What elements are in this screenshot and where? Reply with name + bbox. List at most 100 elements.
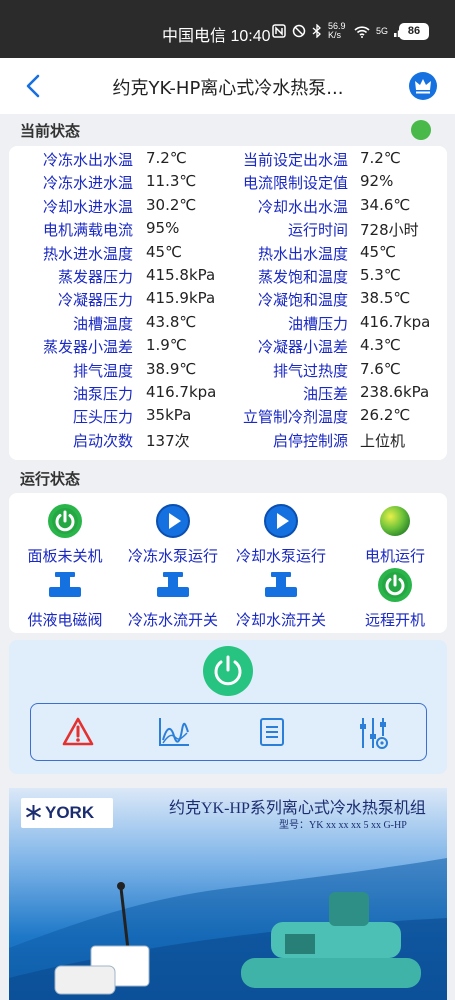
valve-icon	[265, 572, 297, 597]
param-label: 冷凝器小温差	[257, 338, 348, 357]
param-row: 冷凝器压力 415.9kPa 冷凝饱和温度 38.5℃	[9, 289, 447, 312]
param-row: 蒸发器压力 415.8kPa 蒸发饱和温度 5.3℃	[9, 266, 447, 289]
york-logo: YORK	[21, 798, 113, 828]
param-value: 26.2℃	[360, 406, 411, 425]
motor-icon	[380, 506, 410, 536]
param-label: 压头压力	[72, 408, 133, 427]
run-chilled-pump: 冷冻水泵运行	[117, 503, 229, 566]
param-value: 45℃	[360, 242, 396, 261]
list-log-icon[interactable]	[257, 716, 287, 748]
param-value: 1.9℃	[146, 336, 187, 355]
online-status-dot	[411, 120, 431, 140]
power-icon	[48, 504, 82, 538]
power-button[interactable]	[203, 646, 253, 696]
param-value: 45℃	[146, 242, 182, 261]
param-row: 压头压力 35kPa 立管制冷剂温度 26.2℃	[9, 406, 447, 429]
param-value: 4.3℃	[360, 336, 401, 355]
crown-icon[interactable]	[409, 72, 437, 100]
run-label: 冷却水流开关	[235, 611, 326, 629]
power-icon	[378, 568, 412, 602]
param-label: 蒸发器压力	[57, 268, 133, 286]
run-label: 电机运行	[364, 547, 425, 565]
bluetooth-icon	[312, 24, 321, 38]
param-row: 油槽温度 43.8℃ 油槽压力 416.7kpa	[9, 313, 447, 336]
product-banner[interactable]: YORK 约克YK-HP系列离心式冷水热泵机组 型号：YK xx xx xx 5…	[9, 788, 447, 1000]
carrier-time: 中国电信 10:40	[162, 28, 271, 45]
trend-chart-icon[interactable]	[157, 716, 191, 748]
power-icon	[214, 655, 242, 686]
param-label: 排气过热度	[272, 361, 348, 380]
tool-bar	[30, 703, 427, 761]
running-status-card: 面板未关机 冷冻水泵运行 冷却水泵运行 电机运行 供液电磁阀 冷冻水流开关 冷却…	[9, 493, 447, 633]
param-value: 728小时	[360, 221, 419, 240]
snowflake-icon	[26, 805, 41, 820]
param-value: 43.8℃	[146, 312, 197, 331]
param-label: 当前设定出水温	[242, 151, 348, 169]
param-row: 蒸发器小温差 1.9℃ 冷凝器小温差 4.3℃	[9, 336, 447, 359]
param-label: 启停控制源	[272, 431, 348, 450]
param-label: 油槽压力	[287, 314, 348, 333]
param-value: 415.8kPa	[146, 266, 216, 284]
system-status-bar: 中国电信 10:40 56.9 K/s 5G 86	[0, 0, 455, 58]
run-label: 面板未关机	[27, 547, 103, 565]
param-row: 电机满载电流 95% 运行时间 728小时	[9, 219, 447, 242]
param-label: 冷却水进水温	[42, 197, 133, 216]
back-arrow-icon[interactable]	[24, 72, 42, 100]
param-value: 416.7kpa	[360, 312, 431, 331]
run-cooling-flow-switch: 冷却水流开关	[225, 567, 337, 630]
param-value: 34.6℃	[360, 195, 411, 214]
param-value: 38.5℃	[360, 289, 411, 308]
param-label: 运行时间	[287, 221, 348, 240]
wifi-icon	[354, 25, 370, 38]
param-value: 上位机	[360, 431, 406, 450]
param-value: 7.6℃	[360, 359, 401, 378]
param-row: 冷却水进水温 30.2℃ 冷却水出水温 34.6℃	[9, 196, 447, 219]
param-row: 排气温度 38.9℃ 排气过热度 7.6℃	[9, 360, 447, 383]
run-cooling-pump: 冷却水泵运行	[225, 503, 337, 566]
run-remote-start: 远程开机	[339, 567, 451, 630]
param-label: 油泵压力	[72, 385, 133, 403]
control-panel	[9, 640, 447, 774]
param-value: 38.9℃	[146, 359, 197, 378]
param-value: 95%	[146, 219, 180, 238]
param-value: 5.3℃	[360, 266, 401, 284]
page-title: 约克YK-HP离心式冷水热泵...	[112, 78, 344, 99]
param-label: 冷却水出水温	[257, 197, 348, 216]
param-label: 蒸发饱和温度	[257, 268, 348, 286]
play-icon	[156, 504, 190, 538]
run-label: 冷冻水流开关	[127, 611, 218, 629]
logo-text: YORK	[45, 803, 95, 822]
param-row: 启动次数 137次 启停控制源 上位机	[9, 430, 447, 453]
network-type: 5G	[376, 26, 389, 36]
valve-icon	[49, 572, 81, 597]
param-row: 油泵压力 416.7kpa 油压差 238.6kPa	[9, 383, 447, 406]
param-value: 92%	[360, 172, 394, 191]
battery-indicator: 86	[399, 23, 429, 40]
param-row: 冷冻水出水温 7.2℃ 当前设定出水温 7.2℃	[9, 149, 447, 172]
param-label: 热水出水温度	[257, 244, 348, 263]
banner-title: 约克YK-HP系列离心式冷水热泵机组	[169, 800, 426, 817]
run-label: 供液电磁阀	[27, 611, 103, 629]
param-value: 416.7kpa	[146, 383, 217, 401]
nfc-icon	[272, 24, 286, 38]
current-status-heading: 当前状态	[20, 122, 81, 140]
run-label: 冷却水泵运行	[235, 547, 326, 565]
alarm-warning-icon[interactable]	[61, 716, 95, 748]
param-label: 油槽温度	[72, 314, 133, 333]
param-value: 7.2℃	[360, 149, 401, 167]
running-status-heading: 运行状态	[20, 470, 81, 488]
param-value: 7.2℃	[146, 149, 187, 167]
param-value: 415.9kPa	[146, 289, 216, 308]
run-panel-not-off: 面板未关机	[9, 503, 121, 566]
param-label: 冷冻水出水温	[42, 151, 133, 169]
param-value: 11.3℃	[146, 172, 197, 191]
param-row: 冷冻水进水温 11.3℃ 电流限制设定值 92%	[9, 172, 447, 195]
app-header: 约克YK-HP离心式冷水热泵...	[0, 58, 455, 114]
param-label: 冷凝饱和温度	[257, 291, 348, 310]
equipment-illustration	[9, 858, 447, 1000]
param-label: 排气温度	[72, 361, 133, 380]
settings-sliders-icon[interactable]	[357, 716, 389, 750]
run-liquid-valve: 供液电磁阀	[9, 567, 121, 630]
param-value: 35kPa	[146, 406, 192, 425]
param-label: 冷冻水进水温	[42, 174, 133, 193]
